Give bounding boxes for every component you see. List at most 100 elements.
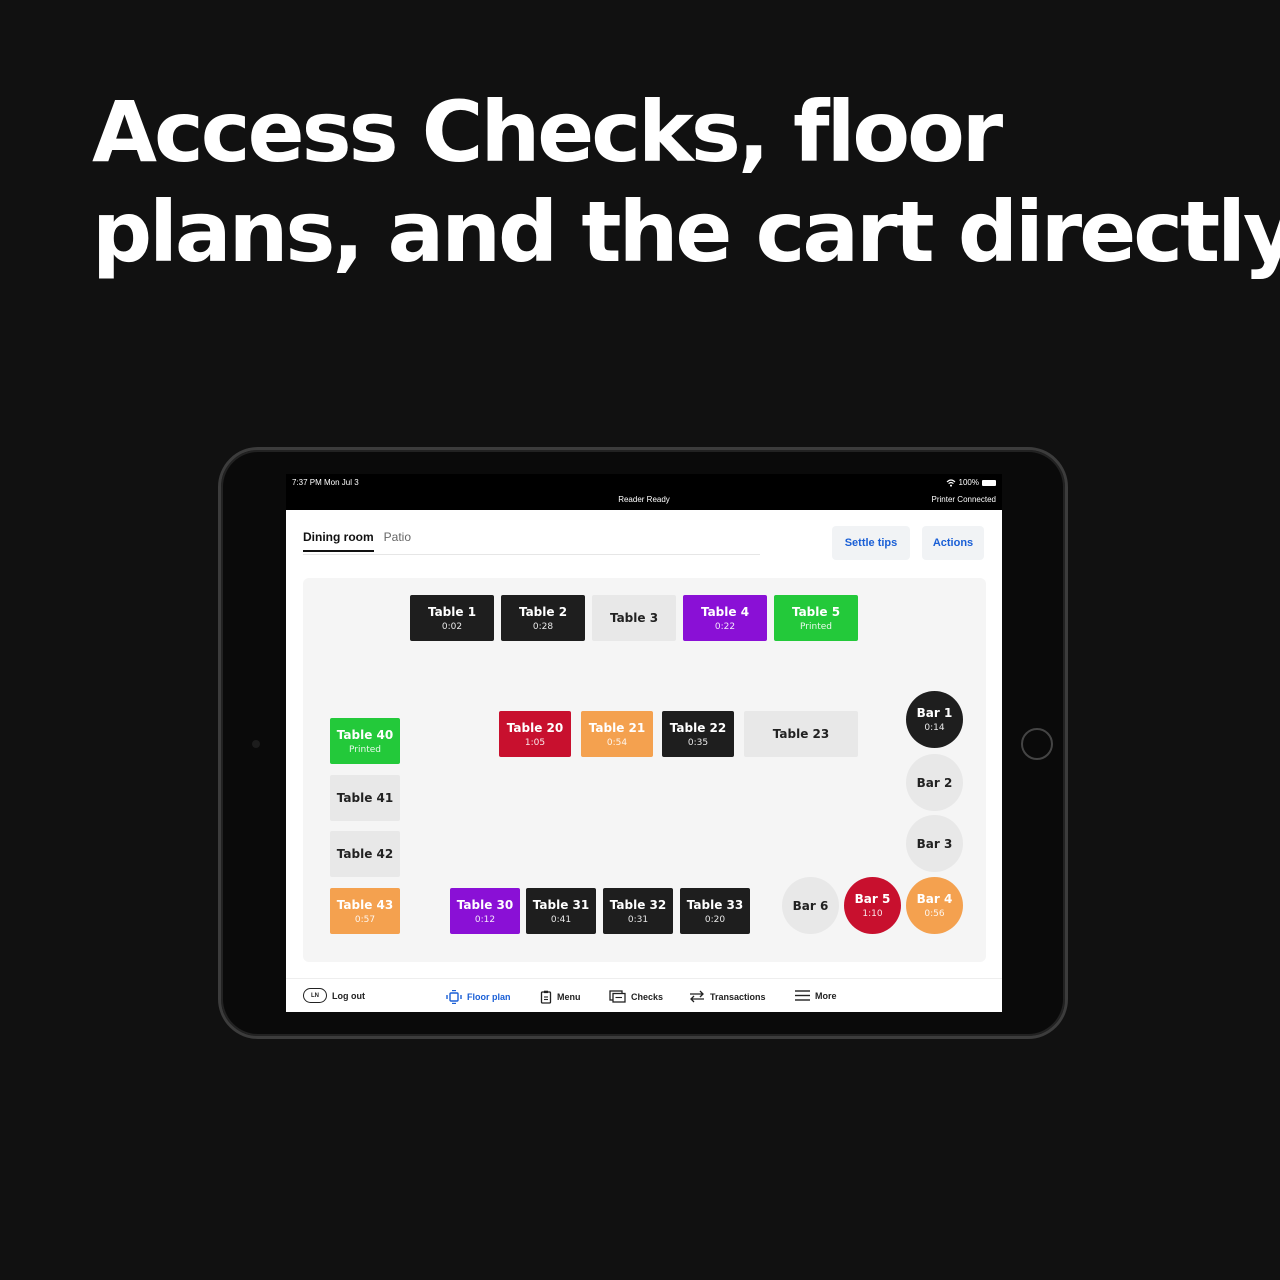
tile-timer: 1:05 [524, 737, 546, 748]
table-33-tile[interactable]: Table 33 0:20 [680, 888, 750, 934]
tile-timer: 0:35 [687, 737, 709, 748]
nav-checks[interactable]: Checks [609, 990, 663, 1003]
tile-timer: 0:14 [924, 723, 945, 733]
table-21-tile[interactable]: Table 21 0:54 [581, 711, 653, 757]
table-3-tile[interactable]: Table 3 [592, 595, 676, 641]
menu-label: Menu [557, 992, 581, 1002]
checks-label: Checks [631, 991, 664, 1002]
bar-5-tile[interactable]: Bar 5 1:10 [844, 877, 901, 934]
nav-more[interactable]: More [795, 990, 837, 1001]
app-screen: 7:37 PM Mon Jul 3 Reader Ready 100% Prin… [286, 474, 1002, 1012]
table-32-tile[interactable]: Table 32 0:31 [603, 888, 673, 934]
table-20-tile[interactable]: Table 20 1:05 [499, 711, 571, 757]
tile-label: Table 30 [456, 897, 514, 912]
avatar: LN [303, 988, 327, 1003]
headline-line-2: plans, and the cart directly. [92, 183, 1280, 281]
menu-clipboard-icon [540, 990, 552, 1004]
tile-label: Table 40 [336, 727, 394, 742]
tile-label: Table 5 [791, 604, 841, 619]
tile-timer: 0:12 [474, 914, 496, 925]
table-1-tile[interactable]: Table 1 0:02 [410, 595, 494, 641]
tile-timer: Printed [349, 744, 381, 755]
tile-label: Table 23 [772, 727, 830, 741]
reader-status: Reader Ready [618, 495, 670, 504]
tile-timer: 0:41 [550, 914, 572, 925]
headline: Access Checks, floor plans, and the cart… [92, 82, 1280, 282]
tabs-divider [303, 554, 760, 555]
checks-icon [609, 990, 626, 1003]
room-tabs: Dining room Patio [303, 530, 411, 552]
tile-label: Table 2 [518, 604, 568, 619]
battery-icon [982, 479, 996, 486]
nav-transactions[interactable]: Transactions [689, 990, 766, 1003]
tile-label: Table 3 [609, 611, 659, 625]
wifi-icon [946, 478, 955, 487]
camera-icon [252, 740, 260, 748]
logout-label: Log out [332, 990, 365, 1001]
home-button[interactable] [1021, 728, 1053, 760]
floor-plan-canvas: Table 1 0:02 Table 2 0:28 Table 3 Table 4 0:22… [303, 578, 986, 962]
logout-button[interactable]: LN Log out [303, 988, 365, 1003]
headline-line-1: Access Checks, floor [92, 83, 1003, 181]
table-5-tile[interactable]: Table 5 Printed [774, 595, 858, 641]
tile-label: Table 4 [700, 604, 750, 619]
tile-label: Bar 3 [916, 836, 953, 851]
tile-label: Table 1 [427, 604, 477, 619]
tile-label: Table 31 [532, 897, 590, 912]
tile-label: Table 43 [336, 897, 394, 912]
transfer-arrows-icon [690, 990, 704, 1003]
table-31-tile[interactable]: Table 31 0:41 [526, 888, 596, 934]
tile-label: Bar 5 [854, 892, 891, 906]
floor-plan-icon [446, 990, 462, 1004]
tile-timer: 0:20 [704, 914, 726, 925]
table-22-tile[interactable]: Table 22 0:35 [662, 711, 734, 757]
tile-timer: 0:57 [354, 914, 376, 925]
nav-menu[interactable]: Menu [540, 990, 581, 1004]
tile-label: Table 41 [336, 791, 394, 805]
tile-label: Table 42 [336, 847, 394, 861]
table-40-tile[interactable]: Table 40 Printed [330, 718, 400, 764]
tile-timer: 0:54 [606, 737, 628, 748]
tile-label: Bar 1 [916, 706, 953, 720]
tile-timer: 0:31 [627, 914, 649, 925]
settle-tips-button[interactable]: Settle tips [832, 526, 910, 560]
tile-label: Table 32 [609, 897, 667, 912]
tile-timer: Printed [800, 621, 832, 632]
battery-percent: 100% [958, 478, 979, 487]
tile-label: Bar 2 [916, 775, 953, 790]
tile-label: Table 22 [669, 720, 727, 735]
tile-timer: 0:56 [924, 909, 945, 919]
tile-timer: 0:28 [532, 621, 554, 632]
floor-plan-label: Floor plan [467, 992, 511, 1002]
actions-button[interactable]: Actions [922, 526, 984, 560]
table-43-tile[interactable]: Table 43 0:57 [330, 888, 400, 934]
tile-label: Table 33 [686, 897, 744, 912]
table-30-tile[interactable]: Table 30 0:12 [450, 888, 520, 934]
nav-floor-plan[interactable]: Floor plan [446, 990, 511, 1004]
table-42-tile[interactable]: Table 42 [330, 831, 400, 877]
tile-label: Table 20 [506, 720, 564, 735]
bar-3-tile[interactable]: Bar 3 [906, 815, 963, 872]
bar-6-tile[interactable]: Bar 6 [782, 877, 839, 934]
table-23-tile[interactable]: Table 23 [744, 711, 858, 757]
tile-label: Table 21 [588, 720, 646, 735]
table-4-tile[interactable]: Table 4 0:22 [683, 595, 767, 641]
status-bar: 7:37 PM Mon Jul 3 Reader Ready 100% Prin… [286, 474, 1002, 510]
tab-dining-room[interactable]: Dining room [303, 530, 374, 552]
tab-patio[interactable]: Patio [384, 530, 411, 552]
status-time: 7:37 PM Mon Jul 3 [292, 478, 359, 487]
tile-timer: 1:10 [862, 909, 883, 919]
bar-4-tile[interactable]: Bar 4 0:56 [906, 877, 963, 934]
bar-2-tile[interactable]: Bar 2 [906, 754, 963, 811]
transactions-label: Transactions [710, 991, 766, 1002]
hamburger-icon [795, 990, 810, 1001]
tile-label: Bar 4 [916, 892, 953, 906]
tile-timer: 0:22 [714, 621, 736, 632]
table-41-tile[interactable]: Table 41 [330, 775, 400, 821]
printer-status: Printer Connected [931, 495, 996, 504]
more-label: More [815, 990, 837, 1001]
nav-divider [286, 978, 1002, 979]
bar-1-tile[interactable]: Bar 1 0:14 [906, 691, 963, 748]
tile-timer: 0:02 [441, 621, 463, 632]
table-2-tile[interactable]: Table 2 0:28 [501, 595, 585, 641]
